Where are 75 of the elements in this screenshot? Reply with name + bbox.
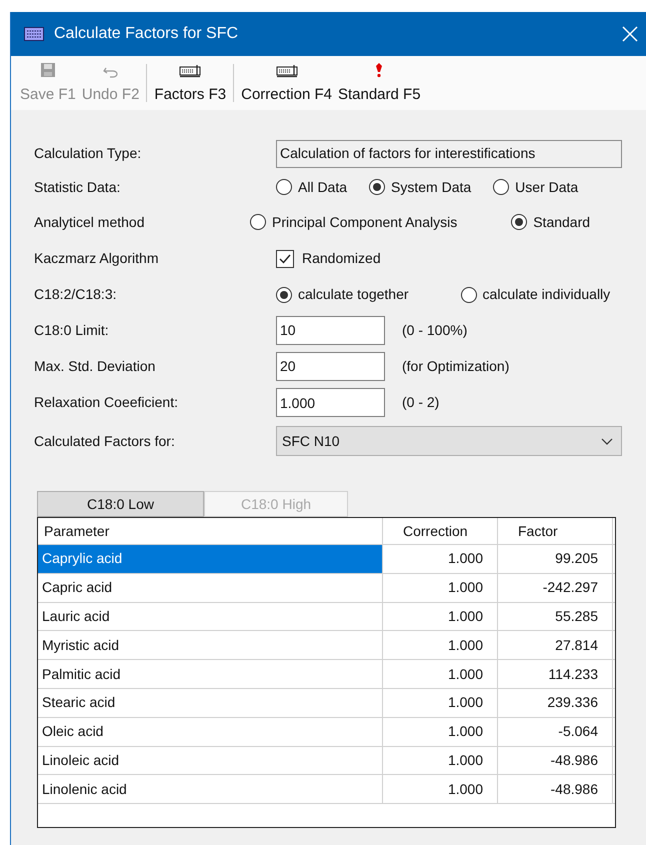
radio-button[interactable] — [460, 286, 477, 302]
table-cell: -48.986 — [498, 746, 613, 774]
radio-button[interactable] — [276, 286, 292, 302]
radio-button[interactable] — [511, 214, 528, 230]
calculation-type-field: Calculation of factors for interestifications — [276, 140, 622, 168]
field-label: Max. Std. Deviation — [34, 358, 156, 374]
table-cell[interactable]: Caprylic acid — [38, 545, 383, 573]
close-icon[interactable] — [622, 26, 638, 42]
keyboard-icon — [276, 64, 298, 78]
keyboard-icon — [179, 64, 202, 78]
exclamation-icon — [375, 62, 384, 78]
field-label: C18:2/C18:3: — [34, 286, 116, 302]
table-cell: -48.986 — [498, 775, 613, 804]
table-cell: 1.000 — [383, 746, 498, 774]
column-header[interactable]: Parameter — [38, 518, 383, 544]
radio-label[interactable]: All Data — [298, 176, 348, 198]
field-label: Calculated Factors for: — [34, 432, 175, 448]
table-cell[interactable]: Stearic acid — [38, 688, 383, 717]
range-hint: (0 - 2) — [402, 393, 440, 412]
table-cell: -242.297 — [498, 574, 613, 602]
radio-label[interactable]: calculate together — [298, 284, 409, 305]
radio-label[interactable]: Standard — [533, 212, 590, 232]
table-cell: 1.000 — [383, 775, 498, 804]
radio-label[interactable]: calculate individually — [482, 284, 610, 305]
table-cell[interactable]: Linoleic acid — [38, 746, 383, 774]
toolbar-button[interactable]: Factors F3 — [151, 60, 230, 106]
table-cell: 55.285 — [498, 602, 613, 630]
table-cell: 239.336 — [498, 688, 613, 717]
input-field[interactable]: 20 — [276, 352, 385, 380]
column-header[interactable]: Correction — [383, 518, 498, 544]
table-cell: 1.000 — [383, 660, 498, 688]
table-cell: 1.000 — [383, 718, 498, 746]
table-cell: 99.205 — [498, 545, 613, 573]
table-cell: 1.000 — [383, 688, 498, 717]
radio-label[interactable]: User Data — [515, 176, 578, 198]
table-cell: 27.814 — [498, 631, 613, 660]
table-cell[interactable]: Linolenic acid — [38, 775, 383, 804]
radio-button[interactable] — [369, 179, 386, 195]
field-label: Calculation Type: — [34, 145, 142, 161]
table-cell: 1.000 — [383, 574, 498, 602]
table-cell[interactable]: Lauric acid — [38, 602, 383, 630]
table-cell: 1.000 — [383, 545, 498, 573]
table-cell[interactable]: Capric acid — [38, 574, 383, 602]
calculator-icon — [24, 27, 44, 41]
checkbox[interactable] — [276, 250, 294, 268]
field-label: C18:0 Limit: — [34, 322, 109, 338]
undo-icon — [102, 66, 119, 78]
field-label: Statistic Data: — [34, 178, 120, 194]
table-cell: 1.000 — [383, 602, 498, 630]
table-cell[interactable]: Palmitic acid — [38, 660, 383, 688]
dropdown[interactable]: SFC N10 — [276, 426, 622, 456]
range-hint: (0 - 100%) — [402, 320, 468, 340]
field-label: Analyticel method — [34, 214, 145, 230]
toolbar-button[interactable]: Standard F5 — [334, 60, 424, 106]
radio-button[interactable] — [276, 179, 292, 195]
tab[interactable]: C18:0 Low — [37, 491, 204, 517]
table-cell: 1.000 — [383, 631, 498, 660]
radio-label[interactable]: Principal Component Analysis — [272, 212, 458, 232]
table-cell[interactable]: Myristic acid — [38, 631, 383, 660]
table-cell: 114.233 — [498, 660, 613, 688]
radio-label[interactable]: System Data — [391, 176, 472, 198]
range-hint: (for Optimization) — [402, 356, 510, 376]
field-label: Kaczmarz Algorithm — [34, 250, 158, 266]
checkbox-label[interactable]: Randomized — [302, 248, 381, 269]
input-field[interactable]: 10 — [276, 316, 385, 344]
radio-button[interactable] — [250, 214, 266, 230]
column-header[interactable]: Factor — [498, 518, 613, 544]
field-label: Relaxation Coeeficient: — [34, 394, 178, 410]
table-cell: -5.064 — [498, 718, 613, 746]
input-field[interactable]: 1.000 — [276, 388, 385, 417]
window-title: Calculate Factors for SFC — [54, 24, 238, 44]
radio-button[interactable] — [493, 179, 510, 195]
chevron-down-icon — [601, 438, 613, 444]
table-cell[interactable]: Oleic acid — [38, 718, 383, 746]
toolbar-button[interactable]: Correction F4 — [238, 60, 335, 106]
